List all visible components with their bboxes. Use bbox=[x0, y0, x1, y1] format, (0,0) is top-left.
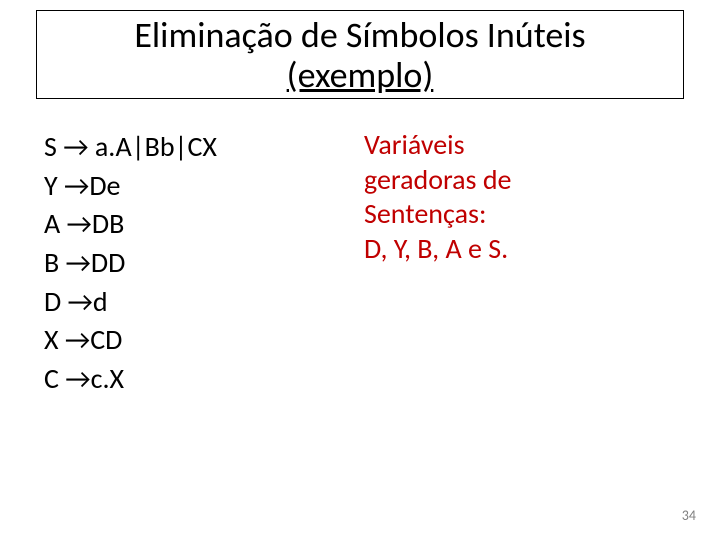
rule: A →DB bbox=[44, 205, 344, 244]
rule: B →DD bbox=[44, 244, 344, 283]
slide: Eliminação de Símbolos Inúteis (exemplo)… bbox=[0, 0, 720, 540]
rule: Y →De bbox=[44, 167, 344, 206]
note-line: Variáveis bbox=[364, 128, 660, 163]
title-box: Eliminação de Símbolos Inúteis (exemplo) bbox=[36, 10, 684, 99]
note-line: geradoras de bbox=[364, 163, 660, 198]
title-line-2: (exemplo) bbox=[47, 55, 673, 95]
note-line: Sentenças: bbox=[364, 197, 660, 232]
rule: X →CD bbox=[44, 321, 344, 360]
note: Variáveis geradoras de Sentenças: D, Y, … bbox=[364, 128, 660, 267]
rule: C →c.X bbox=[44, 360, 344, 399]
note-line: D, Y, B, A e S. bbox=[364, 232, 660, 267]
grammar-rules: S → a.A|Bb|CX Y →De A →DB B →DD D →d X →… bbox=[44, 128, 344, 398]
rule: D →d bbox=[44, 283, 344, 322]
title-line-1: Eliminação de Símbolos Inúteis bbox=[47, 15, 673, 55]
rule: S → a.A|Bb|CX bbox=[44, 128, 344, 167]
page-number: 34 bbox=[682, 507, 696, 524]
